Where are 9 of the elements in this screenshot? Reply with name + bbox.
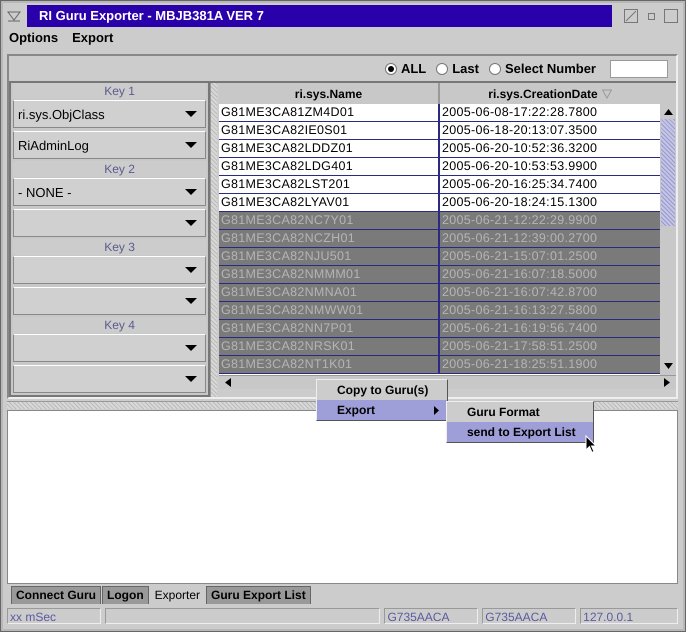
status-field: xx mSec — [7, 608, 101, 624]
key-label: Key 4 — [13, 317, 206, 333]
status-field: 127.0.0.1 — [580, 608, 678, 624]
status-field: G735AACA — [482, 608, 576, 624]
window-title: RI Guru Exporter - MBJB381A VER 7 — [27, 5, 612, 27]
key-label: Key 2 — [13, 161, 206, 177]
status-field: G735AACA — [384, 608, 478, 624]
key-label: Key 1 — [13, 83, 206, 99]
key-label: Key 3 — [13, 239, 206, 255]
